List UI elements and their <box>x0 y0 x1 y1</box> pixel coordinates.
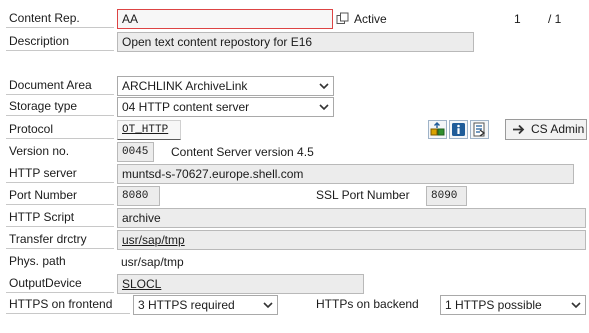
https-backend-value: 1 HTTPS possible <box>445 298 542 312</box>
port-number-field[interactable]: 8080 <box>117 186 160 206</box>
transport-icon[interactable] <box>428 120 447 139</box>
http-script-label: HTTP Script <box>6 208 114 227</box>
protocol-label: Protocol <box>6 120 114 139</box>
version-field[interactable]: 0045 <box>117 142 154 162</box>
https-frontend-value: 3 HTTPS required <box>138 298 235 312</box>
http-script-field[interactable]: archive <box>117 208 586 228</box>
transfer-dir-label: Transfer drctry <box>6 230 114 249</box>
document-area-label: Document Area <box>6 76 114 95</box>
http-server-label: HTTP server <box>6 164 114 183</box>
ssl-port-label: SSL Port Number <box>316 188 410 202</box>
export-icon[interactable] <box>470 120 489 139</box>
page-current: 1 <box>514 12 521 26</box>
phys-path-value: usr/sap/tmp <box>121 255 184 269</box>
ssl-port-field[interactable]: 8090 <box>426 186 467 206</box>
output-device-label: OutputDevice <box>6 274 114 293</box>
transfer-dir-field[interactable]: usr/sap/tmp <box>117 230 586 250</box>
https-frontend-select[interactable]: 3 HTTPS required <box>133 295 278 315</box>
transfer-dir-value: usr/sap/tmp <box>122 233 185 247</box>
storage-type-select[interactable]: 04 HTTP content server <box>117 97 334 117</box>
phys-path-label: Phys. path <box>9 254 66 268</box>
status-text: Active <box>354 12 387 26</box>
port-number-label: Port Number <box>6 186 114 205</box>
protocol-value: OT_HTTP <box>122 124 169 136</box>
version-label: Version no. <box>9 144 70 158</box>
https-backend-label: HTTPs on backend <box>316 297 419 311</box>
dropdown-caret-icon <box>318 77 330 95</box>
document-area-select[interactable]: ARCHLINK ArchiveLink <box>117 76 334 96</box>
version-text: Content Server version 4.5 <box>171 145 314 159</box>
https-frontend-label: HTTPS on frontend <box>6 295 130 314</box>
http-server-field[interactable]: muntsd-s-70627.europe.shell.com <box>117 164 574 184</box>
cs-admin-button[interactable]: CS Admin <box>505 119 587 140</box>
protocol-field[interactable]: OT_HTTP <box>117 120 181 140</box>
https-backend-select[interactable]: 1 HTTPS possible <box>440 295 586 315</box>
output-device-value: SLOCL <box>122 277 162 291</box>
output-device-field[interactable]: SLOCL <box>117 274 364 294</box>
description-field[interactable]: Open text content repostory for E16 <box>117 32 474 52</box>
dropdown-caret-icon <box>262 296 274 314</box>
description-label: Description <box>6 32 114 51</box>
page-total: / 1 <box>548 12 562 26</box>
info-icon[interactable] <box>449 120 468 139</box>
dropdown-caret-icon <box>318 98 330 116</box>
storage-type-value: 04 HTTP content server <box>122 100 250 114</box>
storage-type-label: Storage type <box>6 97 114 116</box>
arrow-right-icon <box>512 123 526 136</box>
content-rep-field[interactable]: AA <box>117 9 333 29</box>
document-area-value: ARCHLINK ArchiveLink <box>122 79 248 93</box>
copy-icon[interactable] <box>336 12 349 25</box>
dropdown-caret-icon <box>570 296 582 314</box>
cs-admin-label: CS Admin <box>531 122 585 136</box>
content-rep-label: Content Rep. <box>6 9 114 28</box>
